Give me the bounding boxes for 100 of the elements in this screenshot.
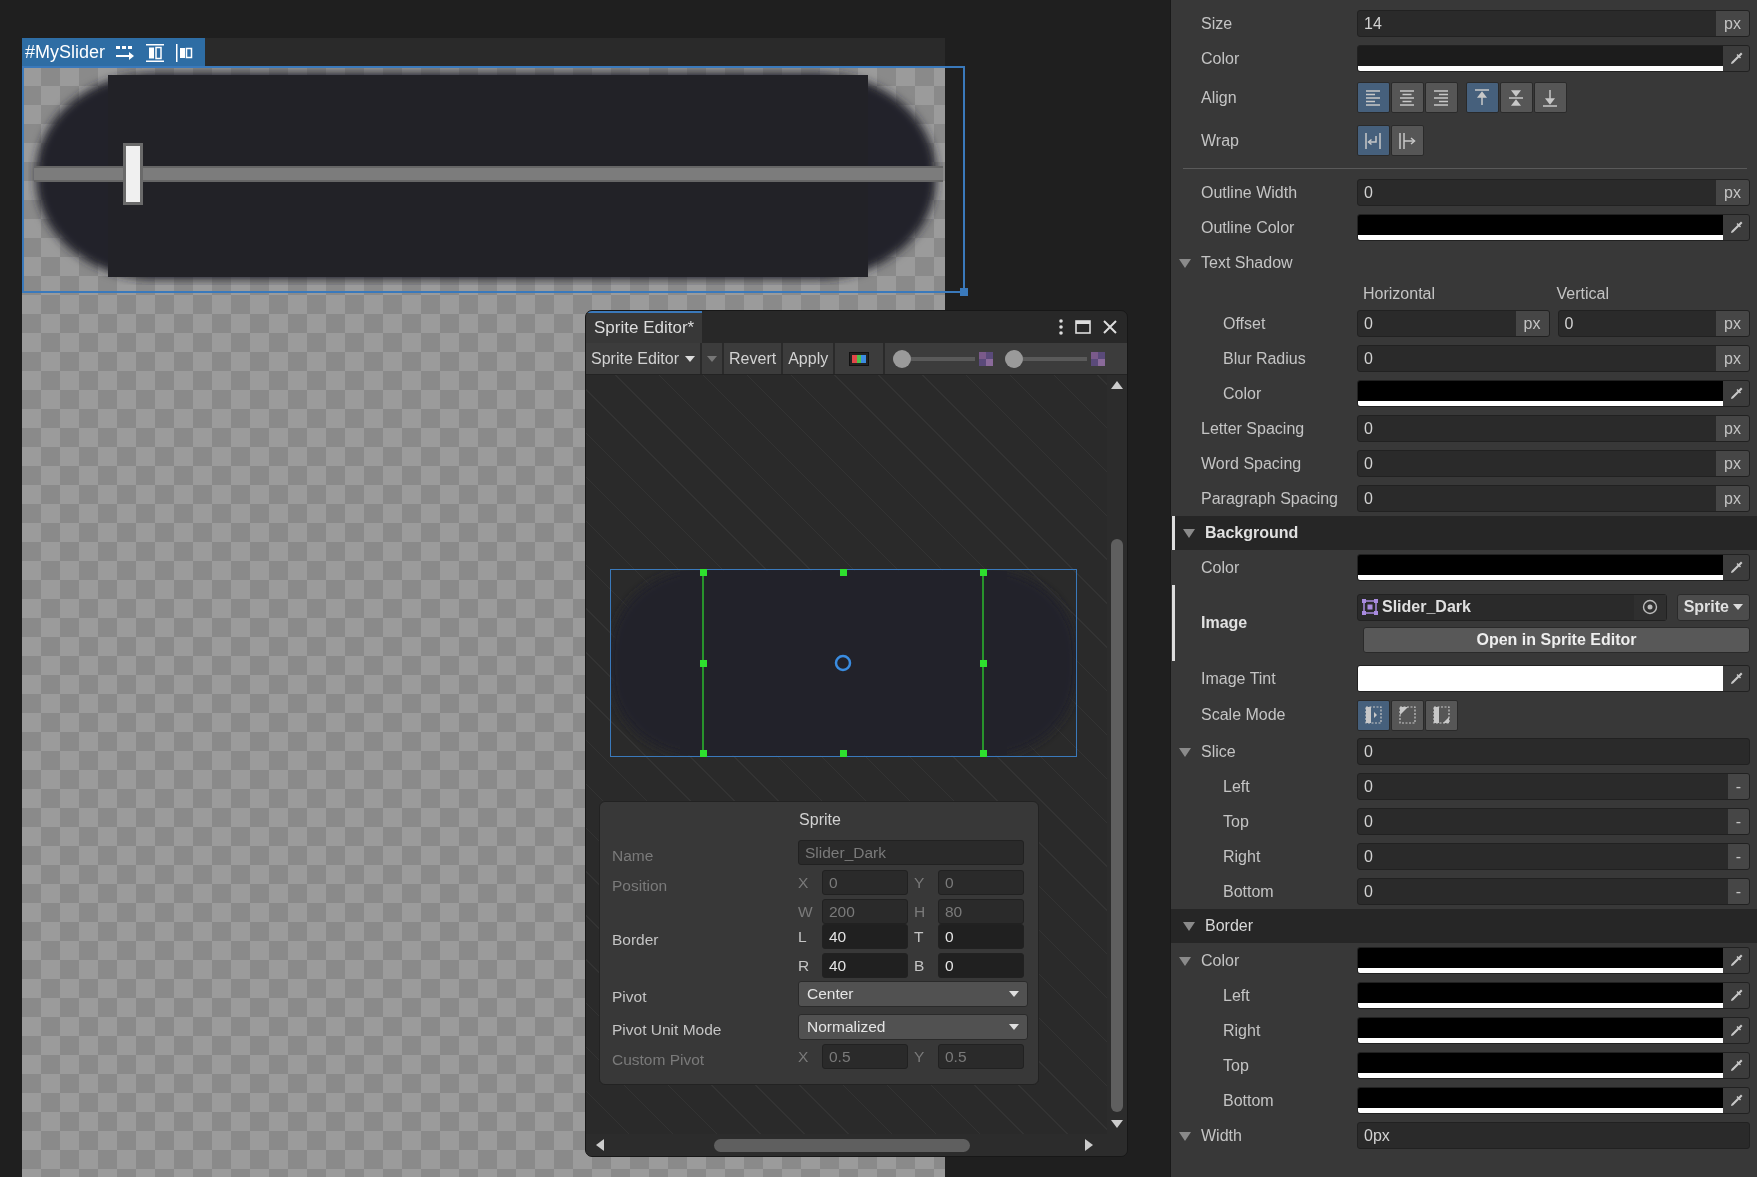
eyedropper-icon	[1728, 385, 1744, 402]
axis-label: X	[798, 1046, 810, 1067]
toggle-button[interactable]	[1357, 699, 1390, 731]
number-field[interactable]: 0	[1357, 738, 1750, 765]
eyedropper-icon	[1728, 987, 1744, 1004]
toggle-button[interactable]	[1466, 82, 1499, 113]
number-field[interactable]: 0	[938, 953, 1024, 978]
color-channels-icon	[849, 351, 870, 366]
unit-label: px	[1716, 416, 1749, 441]
wrap-icon	[1364, 130, 1383, 151]
number-field[interactable]: 0 px	[1357, 450, 1750, 477]
toggle-button[interactable]	[1391, 82, 1424, 113]
scrollbar-thumb[interactable]	[714, 1138, 970, 1152]
field-label: Size	[1201, 13, 1233, 34]
resize-handle[interactable]	[980, 660, 987, 667]
horizontal-scrollbar[interactable]	[586, 1134, 1127, 1156]
resize-handle[interactable]	[700, 569, 707, 576]
number-field[interactable]: 40	[822, 924, 908, 949]
number-field[interactable]: 0 px	[1357, 310, 1550, 337]
slider-thumb[interactable]	[893, 349, 912, 368]
checker-icon	[979, 351, 994, 366]
number-field[interactable]: 40	[822, 953, 908, 978]
toggle-button[interactable]	[1500, 82, 1533, 113]
scrollbar-thumb[interactable]	[1111, 539, 1123, 1112]
number-field[interactable]: 0 px	[1357, 415, 1750, 442]
resize-handle[interactable]	[700, 660, 707, 667]
field-label: Color	[1223, 383, 1262, 404]
field-label: Right	[1223, 1020, 1261, 1041]
field-label: Letter Spacing	[1201, 418, 1305, 439]
eyedropper-button[interactable]	[1723, 1088, 1749, 1113]
eyedropper-button[interactable]	[1723, 948, 1749, 973]
slider-thumb[interactable]	[1005, 349, 1024, 368]
number-field[interactable]: 0	[938, 924, 1024, 949]
caret-icon	[707, 355, 718, 362]
eyedropper-button[interactable]	[1723, 46, 1749, 71]
pivot-handle[interactable]	[834, 654, 852, 672]
eyedropper-button[interactable]	[1723, 983, 1749, 1008]
eyedropper-button[interactable]	[1723, 555, 1749, 580]
eyedropper-button[interactable]	[1723, 1053, 1749, 1078]
number-field: 80	[938, 899, 1024, 924]
expanded-arrow-icon	[1179, 256, 1191, 269]
field-label: Word Spacing	[1201, 453, 1302, 474]
resize-handle[interactable]	[840, 569, 847, 576]
number-field[interactable]: 0 -	[1357, 808, 1750, 835]
unit-label: -	[1727, 844, 1749, 869]
number-field[interactable]: 0 px	[1557, 310, 1750, 337]
eyedropper-icon	[1728, 1022, 1744, 1039]
dropdown[interactable]: Normalized	[798, 1014, 1028, 1040]
open-sprite-editor-button[interactable]: Open in Sprite Editor	[1363, 626, 1750, 653]
field-label: Paragraph Spacing	[1201, 488, 1338, 509]
number-field[interactable]: 0 -	[1357, 773, 1750, 800]
dropdown[interactable]: Center	[798, 981, 1028, 1007]
resize-handle[interactable]	[840, 750, 847, 757]
number-field[interactable]: 0 -	[1357, 878, 1750, 905]
number-field: 200	[822, 899, 908, 924]
eyedropper-button[interactable]	[1723, 215, 1749, 240]
field-label: Color	[1201, 950, 1240, 971]
number-field[interactable]: 0px	[1357, 1122, 1750, 1149]
unit-label: px	[1716, 11, 1749, 36]
eyedropper-button[interactable]	[1723, 1018, 1749, 1043]
field-label: Image	[1201, 613, 1248, 633]
number-field[interactable]: 14 px	[1357, 10, 1750, 37]
field-label: Slice	[1201, 741, 1236, 762]
toggle-button[interactable]	[1425, 699, 1458, 731]
scroll-left-icon	[596, 1139, 604, 1151]
resize-handle[interactable]	[960, 288, 968, 296]
object-field[interactable]: Slider_Dark	[1357, 593, 1667, 621]
eyedropper-button[interactable]	[1723, 381, 1749, 406]
field-label: Scale Mode	[1201, 705, 1286, 725]
eyedropper-icon	[1728, 50, 1744, 67]
no-wrap-icon	[1398, 130, 1417, 151]
field-label: Custom Pivot	[612, 1050, 706, 1070]
number-field[interactable]: 0 px	[1357, 345, 1750, 372]
number-field[interactable]: 0 -	[1357, 843, 1750, 870]
unit-label: px	[1716, 486, 1749, 511]
unit-label: -	[1727, 879, 1749, 904]
resize-handle[interactable]	[700, 750, 707, 757]
toggle-button[interactable]	[1357, 125, 1390, 156]
eyedropper-button[interactable]	[1723, 666, 1749, 691]
toggle-button[interactable]	[1425, 82, 1458, 113]
caret-icon	[685, 355, 696, 362]
toggle-button[interactable]	[1391, 699, 1424, 731]
element-label-tab[interactable]: #MySlider	[22, 38, 206, 67]
number-field[interactable]: 0 px	[1357, 485, 1750, 512]
window-tab[interactable]: Sprite Editor*	[586, 311, 703, 343]
type-dropdown[interactable]: Sprite	[1676, 593, 1750, 621]
field-label: Left	[1223, 776, 1250, 797]
eyedropper-icon	[1728, 559, 1744, 576]
object-picker-button[interactable]	[1633, 594, 1666, 620]
unit-label: px	[1716, 451, 1749, 476]
field-label: Wrap	[1201, 130, 1239, 151]
unit-label: px	[1515, 311, 1549, 336]
number-field[interactable]: 0 px	[1357, 179, 1750, 206]
toggle-button[interactable]	[1391, 125, 1424, 156]
resize-handle[interactable]	[980, 750, 987, 757]
align-bottom-icon	[1541, 87, 1560, 108]
toggle-button[interactable]	[1357, 82, 1390, 113]
resize-handle[interactable]	[980, 569, 987, 576]
toggle-button[interactable]	[1534, 82, 1567, 113]
slider-thumb[interactable]	[122, 143, 143, 205]
